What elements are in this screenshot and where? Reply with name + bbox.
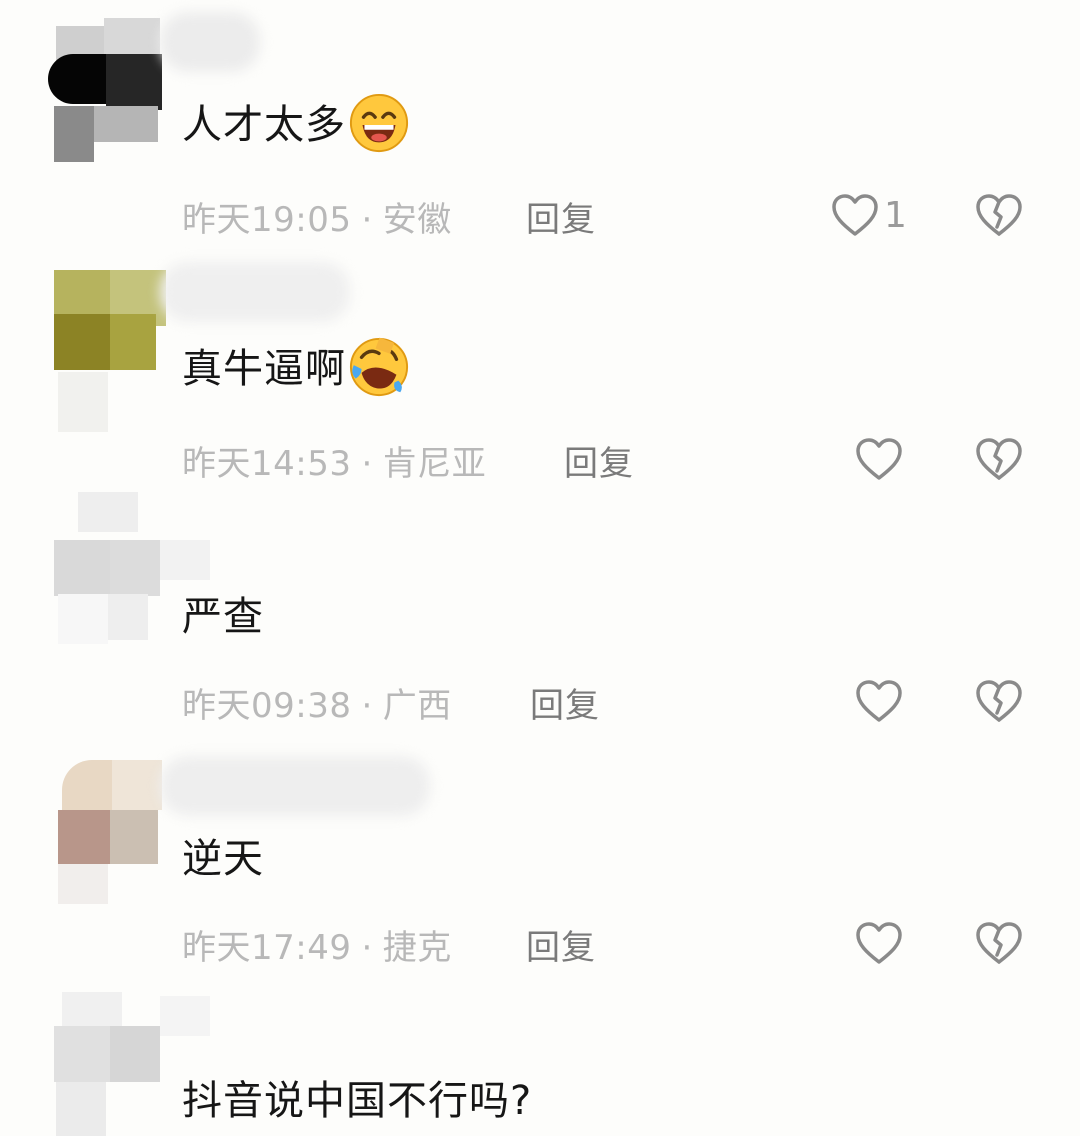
heart-outline-icon: [856, 680, 902, 722]
broken-heart-icon[interactable]: [974, 190, 1024, 240]
comment-item: 人才太多 昨天19:05 · 安徽 回复 1: [0, 12, 1080, 257]
heart-outline-icon: [832, 194, 878, 236]
broken-heart-icon[interactable]: [974, 434, 1024, 484]
meta-separator: ·: [361, 928, 373, 968]
reply-button[interactable]: 回复: [526, 192, 596, 241]
comment-time: 昨天19:05: [182, 200, 352, 240]
broken-heart-icon[interactable]: [974, 918, 1024, 968]
comment-text: 逆天: [182, 836, 264, 882]
comment-time: 昨天17:49: [182, 928, 352, 968]
like-count: 1: [884, 194, 907, 236]
meta-separator: ·: [361, 686, 373, 726]
comment-meta: 昨天14:53 · 肯尼亚: [182, 436, 486, 485]
comment-time: 昨天09:38: [182, 686, 352, 726]
reply-button[interactable]: 回复: [530, 678, 600, 727]
reply-button[interactable]: 回复: [526, 920, 596, 969]
rolling-laughing-face-icon: [349, 337, 409, 397]
comment-meta: 昨天19:05 · 安徽: [182, 192, 452, 241]
comment-text: 人才太多: [182, 93, 410, 154]
like-button[interactable]: [854, 918, 904, 968]
username-blurred[interactable]: [160, 12, 260, 72]
heart-outline-icon: [856, 922, 902, 964]
comment-text: 抖音说中国不行吗?: [182, 1078, 533, 1124]
comment-item: 逆天 昨天17:49 · 捷克 回复: [0, 740, 1080, 985]
meta-separator: ·: [361, 444, 373, 484]
username-blurred[interactable]: [160, 756, 430, 816]
comment-location: 捷克: [382, 928, 452, 968]
comment-item: 严查 昨天09:38 · 广西 回复: [0, 492, 1080, 743]
username-blurred[interactable]: [160, 262, 350, 322]
comment-text: 真牛逼啊: [182, 337, 410, 398]
comment-meta: 昨天17:49 · 捷克: [182, 920, 452, 969]
grinning-face-icon: [349, 93, 409, 153]
comment-location: 安徽: [382, 200, 452, 240]
broken-heart-icon[interactable]: [974, 676, 1024, 726]
like-button[interactable]: [854, 676, 904, 726]
comment-meta: 昨天09:38 · 广西: [182, 678, 452, 727]
comment-item: 抖音说中国不行吗?: [0, 982, 1080, 1136]
comment-text: 严查: [182, 594, 264, 640]
heart-outline-icon: [856, 438, 902, 480]
meta-separator: ·: [361, 200, 373, 240]
comment-time: 昨天14:53: [182, 444, 352, 484]
comment-location: 肯尼亚: [382, 444, 487, 484]
comment-item: 真牛逼啊 昨天14:53 · 肯尼亚 回复: [0, 256, 1080, 501]
like-button[interactable]: [854, 434, 904, 484]
reply-button[interactable]: 回复: [564, 436, 634, 485]
like-button[interactable]: 1: [830, 190, 907, 240]
comment-location: 广西: [382, 686, 452, 726]
